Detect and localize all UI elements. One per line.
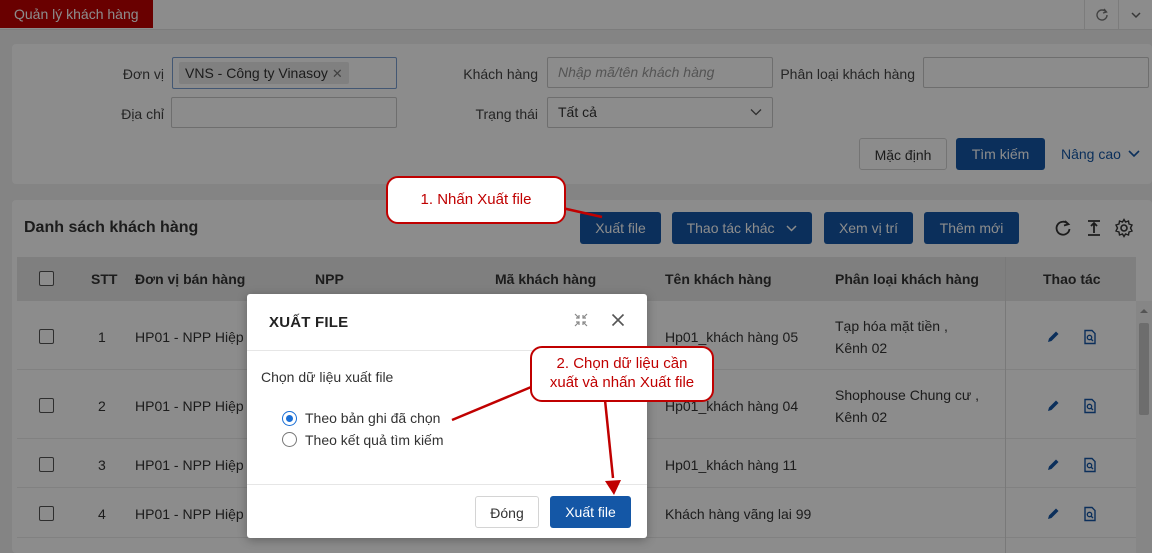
callout-step-1: 1. Nhấn Xuất file [386, 176, 566, 224]
callout-step-2-line2: xuất và nhấn Xuất file [549, 374, 695, 391]
annotation-arrows [451, 201, 621, 495]
callout-step-2-line1: 2. Chọn dữ liệu cần [556, 355, 688, 372]
callout-step-2: 2. Chọn dữ liệu cần xuất và nhấn Xuất fi… [530, 346, 714, 402]
